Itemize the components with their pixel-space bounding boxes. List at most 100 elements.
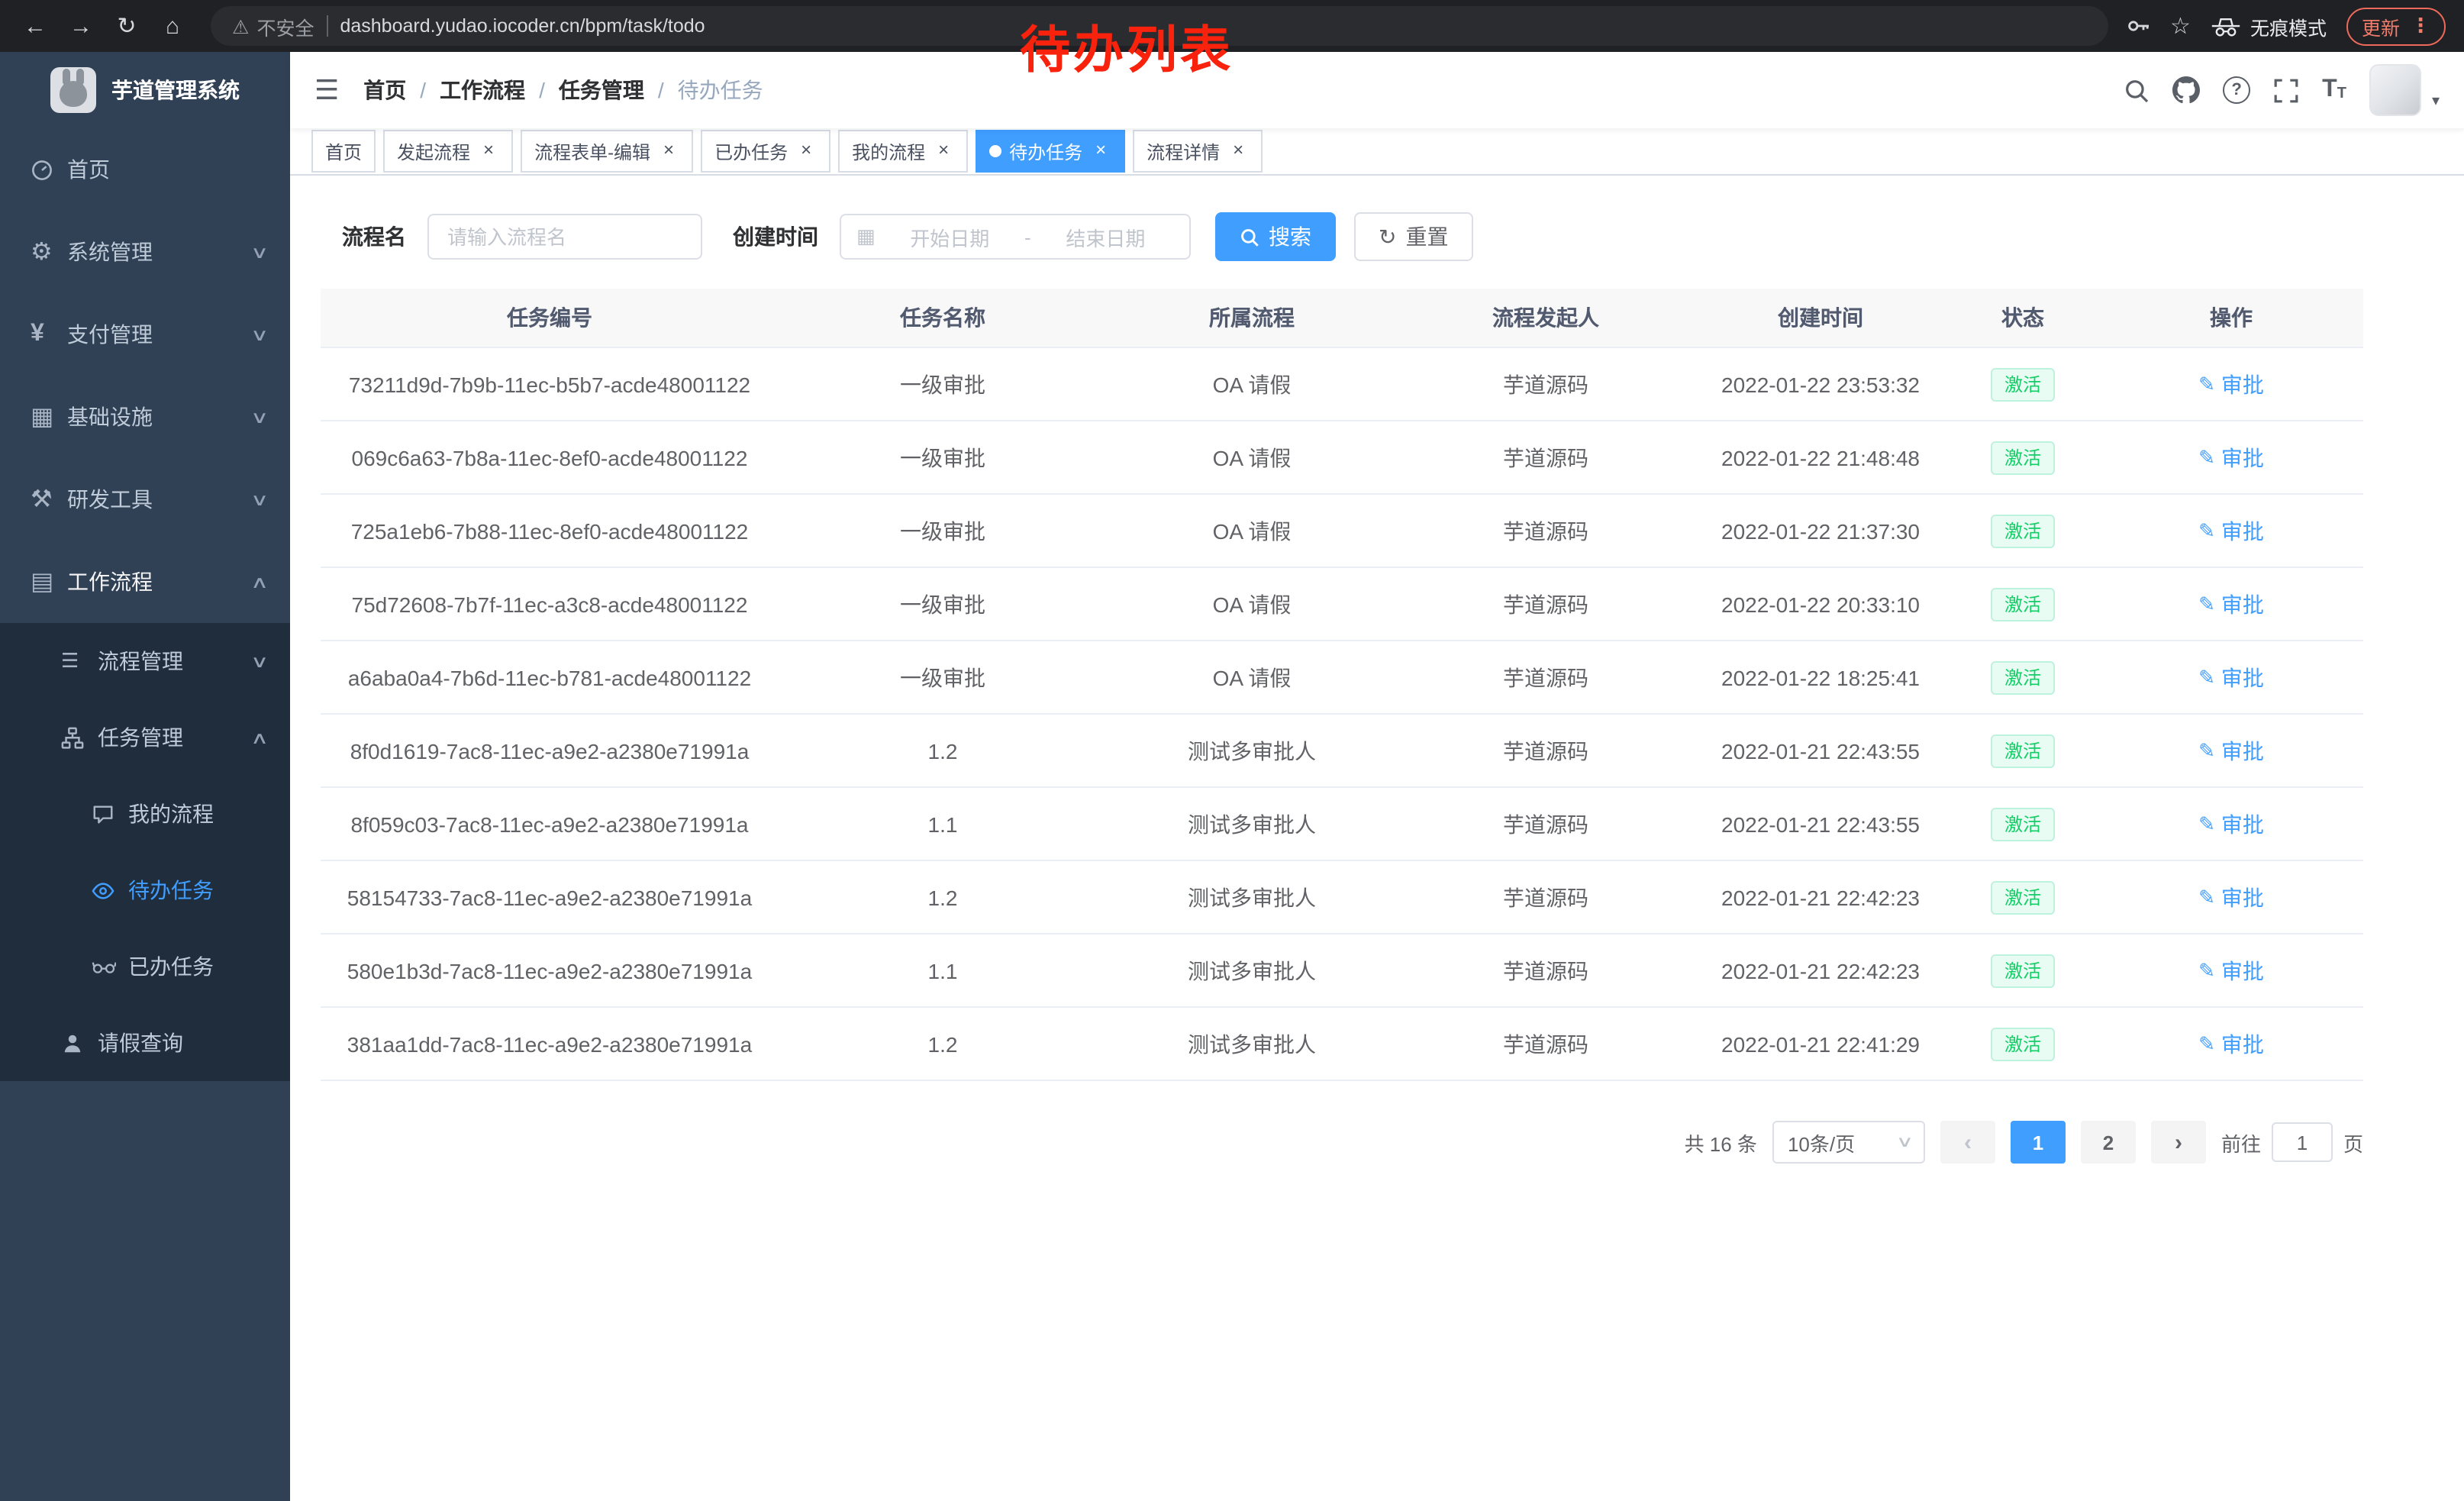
caret-down-icon[interactable]: ▾ — [2432, 93, 2440, 110]
close-icon[interactable]: × — [478, 140, 499, 162]
key-icon[interactable] — [2126, 14, 2150, 38]
page-content: 流程名 创建时间 ▦ 开始日期 - 结束日期 搜索 — [290, 176, 2464, 1501]
approve-label: 审批 — [2221, 589, 2264, 619]
close-icon[interactable]: × — [1227, 140, 1249, 162]
tab-done-task[interactable]: 已办任务 × — [701, 130, 830, 173]
sidebar-item-done-task[interactable]: 已办任务 — [0, 928, 290, 1005]
process-name-input[interactable] — [427, 214, 702, 260]
initiator-cell: 芋道源码 — [1397, 787, 1695, 860]
status-cell: 激活 — [1946, 347, 2099, 421]
page-size-value: 10条/页 — [1788, 1128, 1855, 1157]
app-title: 芋道管理系统 — [111, 75, 240, 105]
sidebar-item-todo-task[interactable]: 待办任务 — [0, 852, 290, 928]
sidebar-item-task-mgmt[interactable]: 任务管理 ∧ — [0, 699, 290, 776]
update-button[interactable]: 更新 ⋮ — [2346, 7, 2446, 45]
breadcrumb-task-mgmt[interactable]: 任务管理 — [559, 75, 644, 105]
security-label: 不安全 — [256, 11, 314, 40]
avatar[interactable] — [2369, 64, 2421, 116]
goto-page-input[interactable] — [2272, 1122, 2333, 1162]
action-cell: ✎ 审批 — [2099, 714, 2363, 787]
sidebar-item-payment[interactable]: ¥ 支付管理 ∨ — [0, 293, 290, 376]
approve-button[interactable]: ✎ 审批 — [2198, 955, 2264, 986]
status-badge: 激活 — [1991, 954, 2055, 987]
sidebar-item-home[interactable]: 首页 — [0, 128, 290, 211]
menu-dots-icon[interactable]: ⋮ — [2411, 14, 2430, 38]
status-cell: 激活 — [1946, 714, 2099, 787]
fullscreen-icon[interactable] — [2273, 77, 2299, 103]
tab-process-detail[interactable]: 流程详情 × — [1133, 130, 1263, 173]
app-logo[interactable]: 芋道管理系统 — [0, 52, 290, 128]
approve-button[interactable]: ✎ 审批 — [2198, 809, 2264, 839]
approve-button[interactable]: ✎ 审批 — [2198, 662, 2264, 692]
status-cell: 激活 — [1946, 934, 2099, 1007]
close-icon[interactable]: × — [1090, 140, 1111, 162]
task-name-cell: 一级审批 — [779, 347, 1107, 421]
sidebar-item-process-mgmt[interactable]: ☰ 流程管理 ∨ — [0, 623, 290, 699]
edit-pen-icon: ✎ — [2198, 592, 2215, 616]
sidebar-item-my-process[interactable]: 我的流程 — [0, 776, 290, 852]
task-name-cell: 一级审批 — [779, 641, 1107, 714]
edit-pen-icon: ✎ — [2198, 885, 2215, 909]
initiator-cell: 芋道源码 — [1397, 567, 1695, 641]
home-icon[interactable]: ⌂ — [153, 6, 192, 46]
breadcrumb-home[interactable]: 首页 — [363, 75, 406, 105]
approve-button[interactable]: ✎ 审批 — [2198, 1028, 2264, 1059]
font-size-icon[interactable]: TT — [2322, 78, 2346, 102]
prev-page-button[interactable]: ‹ — [1940, 1121, 1995, 1164]
close-icon[interactable]: × — [933, 140, 954, 162]
sidebar-item-infra[interactable]: ▦ 基础设施 ∨ — [0, 376, 290, 458]
search-icon[interactable] — [2124, 77, 2150, 103]
approve-button[interactable]: ✎ 审批 — [2198, 515, 2264, 546]
breadcrumb-separator: / — [420, 78, 426, 102]
close-icon[interactable]: × — [795, 140, 817, 162]
hamburger-icon[interactable]: ☰ — [314, 74, 339, 106]
approve-button[interactable]: ✎ 审批 — [2198, 882, 2264, 912]
sidebar-item-devtools[interactable]: ⚒ 研发工具 ∨ — [0, 458, 290, 541]
tab-process-form-edit[interactable]: 流程表单-编辑 × — [521, 130, 693, 173]
calendar-icon: ▦ — [856, 224, 876, 249]
security-chip[interactable]: ⚠ 不安全 — [232, 11, 314, 40]
table-row: 069c6a63-7b8a-11ec-8ef0-acde48001122 一级审… — [321, 421, 2363, 494]
approve-button[interactable]: ✎ 审批 — [2198, 735, 2264, 766]
sidebar-label: 首页 — [67, 154, 266, 185]
approve-button[interactable]: ✎ 审批 — [2198, 369, 2264, 399]
tab-todo-task[interactable]: 待办任务 × — [976, 130, 1125, 173]
page-size-select[interactable]: 10条/页 ∨ — [1772, 1121, 1925, 1164]
page-button-1[interactable]: 1 — [2011, 1121, 2066, 1164]
sidebar-label: 任务管理 — [98, 722, 253, 753]
tab-home[interactable]: 首页 — [311, 130, 376, 173]
reset-button[interactable]: ↻ 重置 — [1354, 212, 1472, 261]
list-icon: ☰ — [61, 649, 98, 673]
back-icon[interactable]: ← — [15, 6, 55, 46]
approve-button[interactable]: ✎ 审批 — [2198, 442, 2264, 473]
bookmark-star-icon[interactable]: ☆ — [2170, 12, 2191, 40]
process-cell: 测试多审批人 — [1107, 714, 1397, 787]
tab-my-process[interactable]: 我的流程 × — [838, 130, 968, 173]
next-page-button[interactable]: › — [2151, 1121, 2206, 1164]
date-range-picker[interactable]: ▦ 开始日期 - 结束日期 — [840, 214, 1191, 260]
tab-start-process[interactable]: 发起流程 × — [383, 130, 513, 173]
approve-label: 审批 — [2221, 1028, 2264, 1059]
breadcrumb-current: 待办任务 — [678, 75, 763, 105]
sidebar-item-workflow[interactable]: ▤ 工作流程 ∧ — [0, 541, 290, 623]
close-icon[interactable]: × — [658, 140, 679, 162]
github-icon[interactable] — [2172, 76, 2200, 104]
page-button-2[interactable]: 2 — [2081, 1121, 2136, 1164]
process-cell: OA 请假 — [1107, 567, 1397, 641]
approve-button[interactable]: ✎ 审批 — [2198, 589, 2264, 619]
forward-icon[interactable]: → — [61, 6, 101, 46]
address-bar[interactable]: ⚠ 不安全 dashboard.yudao.iocoder.cn/bpm/tas… — [211, 6, 2108, 46]
task-name-cell: 一级审批 — [779, 567, 1107, 641]
breadcrumb: 首页 / 工作流程 / 任务管理 / 待办任务 — [363, 75, 763, 105]
sidebar-item-system[interactable]: ⚙ 系统管理 ∨ — [0, 211, 290, 293]
help-icon[interactable]: ? — [2223, 76, 2250, 104]
search-button[interactable]: 搜索 — [1215, 212, 1336, 261]
reload-icon[interactable]: ↻ — [107, 6, 147, 46]
glasses-icon — [92, 957, 128, 976]
main-panel: ☰ 首页 / 工作流程 / 任务管理 / 待办任务 — [290, 52, 2464, 1501]
chevron-down-icon: ∨ — [250, 324, 269, 344]
breadcrumb-workflow[interactable]: 工作流程 — [440, 75, 525, 105]
sidebar-item-leave-query[interactable]: 请假查询 — [0, 1005, 290, 1081]
process-cell: OA 请假 — [1107, 421, 1397, 494]
status-badge: 激活 — [1991, 367, 2055, 401]
